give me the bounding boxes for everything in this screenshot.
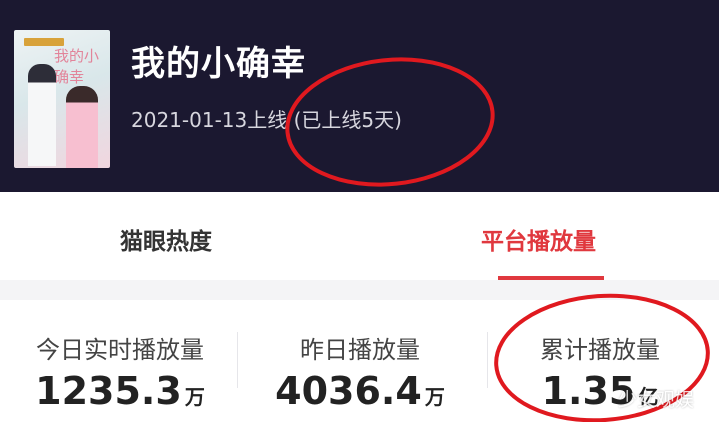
drama-title: 我的小确幸 xyxy=(131,44,306,84)
tab-platform-views[interactable]: 平台播放量 xyxy=(481,222,596,256)
drama-header: 我的小确幸 我的小确幸 2021-01-13上线 (已上线5天) xyxy=(0,0,719,192)
divider xyxy=(237,332,238,388)
stat-unit: 万 xyxy=(184,385,205,409)
stat-yesterday: 昨日播放量 4036.4 万 xyxy=(240,330,480,413)
poster-figure-male xyxy=(28,64,56,166)
watermark: 少女观娱 xyxy=(618,389,695,411)
stat-today-realtime: 今日实时播放量 1235.3 万 xyxy=(0,330,240,413)
stat-label: 今日实时播放量 xyxy=(36,336,204,364)
release-info: 2021-01-13上线 (已上线5天) xyxy=(131,108,402,132)
poster-figure-female xyxy=(66,86,98,168)
stat-label: 昨日播放量 xyxy=(300,336,420,364)
tab-maoyan-heat[interactable]: 猫眼热度 xyxy=(120,222,212,256)
poster-title-art: 我的小确幸 xyxy=(54,47,100,86)
stat-unit: 万 xyxy=(424,385,445,409)
stat-number: 1235.3 xyxy=(35,369,182,413)
active-tab-indicator xyxy=(498,276,604,280)
stats-panel: 今日实时播放量 1235.3 万 昨日播放量 4036.4 万 累计播放量 1.35… xyxy=(0,300,719,422)
stat-number: 4036.4 xyxy=(275,369,422,413)
stat-label: 累计播放量 xyxy=(540,336,660,364)
drama-poster[interactable]: 我的小确幸 xyxy=(14,30,110,168)
tab-bar: 猫眼热度 平台播放量 xyxy=(0,192,719,280)
